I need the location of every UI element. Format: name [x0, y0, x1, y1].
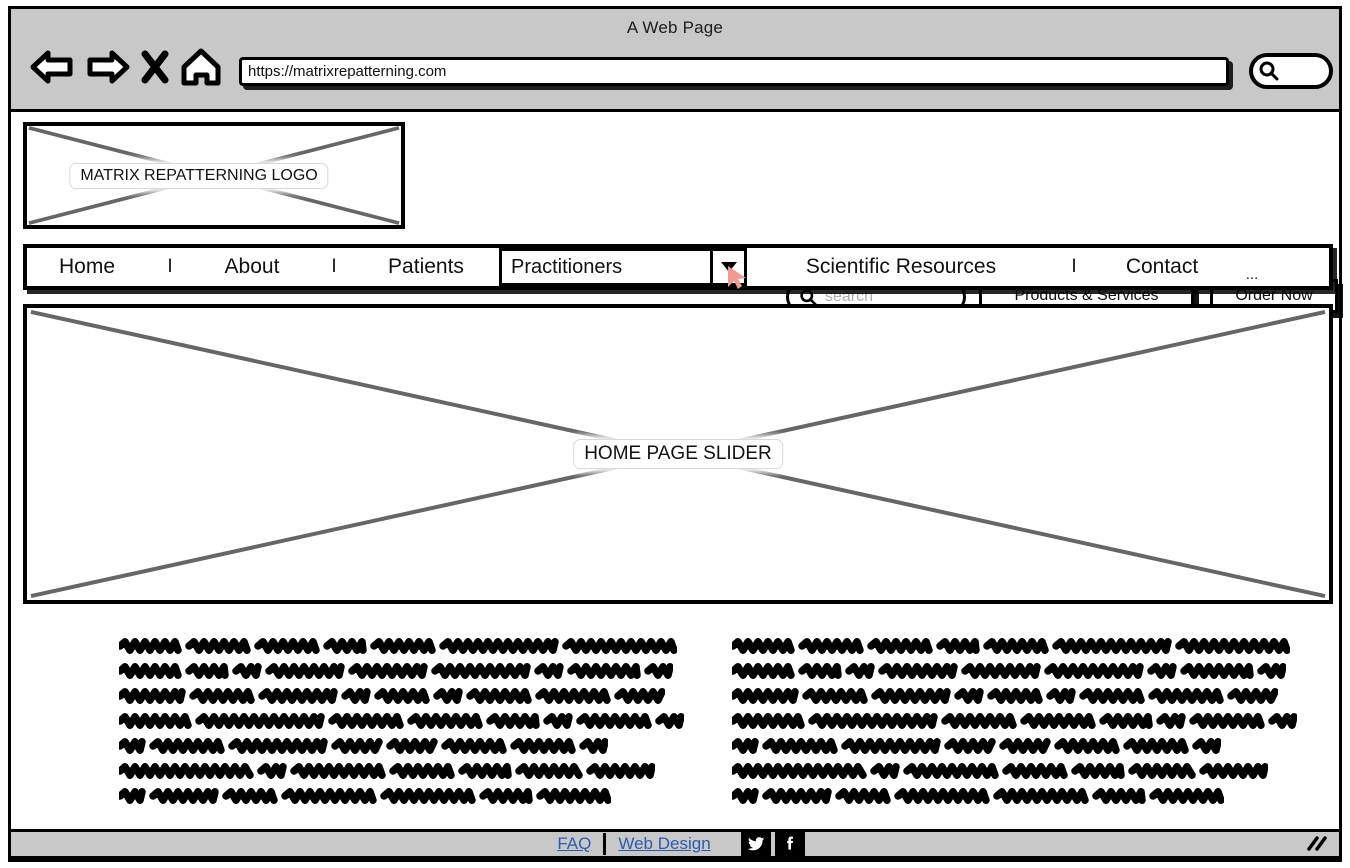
facebook-icon[interactable] [774, 829, 805, 859]
nav-dropdown-practitioners[interactable]: Practitioners [499, 248, 747, 289]
mouse-cursor-marker [728, 266, 746, 289]
twitter-icon[interactable] [740, 829, 771, 859]
right-text-column [732, 633, 1297, 808]
nav-item-home[interactable]: Home [27, 248, 147, 286]
web-design-link[interactable]: Web Design [606, 834, 722, 854]
placeholder-text-line [119, 733, 619, 758]
faq-link[interactable]: FAQ [545, 834, 603, 854]
placeholder-text-line [119, 658, 673, 683]
browser-window: A Web Page https://matrixrepatterning.co… [8, 6, 1342, 862]
social-links [740, 829, 805, 859]
browser-chrome-bar: A Web Page https://matrixrepatterning.co… [11, 9, 1339, 112]
forward-arrow-icon[interactable] [85, 48, 131, 91]
nav-dropdown-practitioners-label: Practitioners [511, 255, 623, 278]
nav-item-about-label: About [224, 255, 280, 278]
wireframe-mockup: A Web Page https://matrixrepatterning.co… [0, 0, 1350, 868]
url-address-bar[interactable]: https://matrixrepatterning.com [239, 57, 1229, 86]
nav-item-patients[interactable]: Patients [357, 248, 495, 286]
placeholder-text-line [119, 783, 619, 808]
nav-item-contact-label: Contact [1125, 255, 1199, 278]
nav-item-scientific-resources-label: Scientific Resources [805, 255, 997, 278]
nav-overflow-ellipsis[interactable]: ... [1227, 245, 1277, 289]
placeholder-text-line [732, 683, 1278, 708]
nav-separator-2: I [331, 256, 337, 277]
nav-item-about[interactable]: About [193, 248, 311, 286]
nav-dropdown-toggle-button[interactable] [710, 251, 746, 289]
back-arrow-icon[interactable] [29, 48, 75, 91]
main-navigation-bar: Home I About I Patients Practitioners Sc… [23, 244, 1333, 290]
placeholder-text-line [732, 633, 1290, 658]
window-title: A Web Page [626, 18, 724, 37]
nav-item-patients-label: Patients [388, 255, 464, 278]
nav-item-contact[interactable]: Contact [1097, 248, 1227, 286]
placeholder-text-line [732, 783, 1232, 808]
stop-close-icon[interactable] [141, 50, 169, 89]
left-text-column [119, 633, 684, 808]
browser-toolbar-icons [29, 47, 223, 92]
placeholder-text-line [732, 733, 1232, 758]
placeholder-text-line [732, 658, 1286, 683]
browser-search-box[interactable] [1249, 53, 1333, 89]
nav-item-home-label: Home [58, 255, 116, 278]
search-icon [1259, 61, 1279, 81]
url-text: https://matrixrepatterning.com [248, 63, 447, 80]
nav-separator-3: I [1071, 256, 1077, 277]
nav-item-scientific-resources[interactable]: Scientific Resources [751, 248, 1051, 286]
home-page-slider-placeholder[interactable]: HOME PAGE SLIDER [23, 304, 1333, 604]
web-page-content: MATRIX REPATTERNING LOGO search Products… [11, 112, 1339, 829]
home-page-slider-label: HOME PAGE SLIDER [573, 439, 783, 469]
placeholder-text-line [119, 758, 655, 783]
placeholder-text-line [732, 708, 1297, 733]
placeholder-text-line [732, 758, 1268, 783]
placeholder-text-line [119, 708, 684, 733]
logo-placeholder-label: MATRIX REPATTERNING LOGO [69, 162, 329, 189]
placeholder-text-line [119, 633, 677, 658]
home-icon[interactable] [179, 47, 223, 92]
logo-placeholder[interactable]: MATRIX REPATTERNING LOGO [23, 122, 405, 229]
page-footer: FAQ Web Design [11, 829, 1339, 859]
nav-separator-1: I [167, 256, 173, 277]
placeholder-text-line [119, 683, 665, 708]
